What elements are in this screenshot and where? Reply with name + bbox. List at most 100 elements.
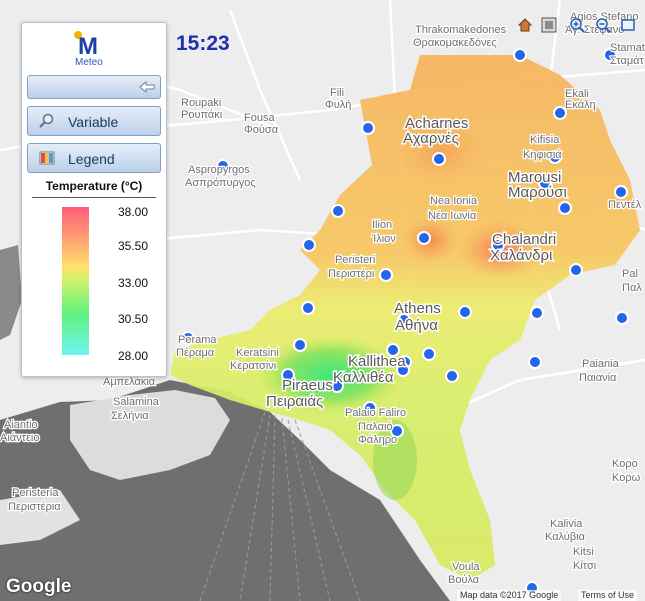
label-kitsi: Kitsi <box>573 546 594 558</box>
label-roupaki: Roupaki <box>181 97 221 109</box>
label-stamata-gr: Σταμάτ <box>610 55 645 67</box>
control-panel: M Meteo Variable Legend Temperature (°C)… <box>21 22 167 377</box>
label-peristeria: Peristeria <box>12 487 59 499</box>
label-ilion: Ilion <box>372 219 392 231</box>
station-marker <box>301 301 315 315</box>
label-ilion-gr: Ίλιον <box>371 233 396 245</box>
station-marker <box>614 185 628 199</box>
legend-tick: 30.50 <box>118 312 149 326</box>
label-aiantio-gr: Αιάντειο <box>0 432 39 444</box>
label-athens: Athens <box>394 300 441 317</box>
zoom-out-icon[interactable] <box>595 17 611 33</box>
fullscreen-icon[interactable] <box>620 17 636 33</box>
label-koropi: Κορο <box>612 458 638 470</box>
label-acharnes-gr: Αχαρνές <box>403 130 459 147</box>
label-thrakomakedones: Thrakomakedones <box>415 24 507 36</box>
label-paiania-gr: Παιανία <box>579 372 617 384</box>
label-kallithea: Kallithea <box>348 353 406 370</box>
meteo-logo: M Meteo <box>72 27 116 71</box>
label-peristeria-gr: Περιστέρια <box>8 501 61 513</box>
station-marker <box>445 369 459 383</box>
label-chalandri: Chalandri <box>492 231 556 248</box>
station-marker <box>528 355 542 369</box>
layers-icon[interactable] <box>541 17 557 33</box>
label-perama-gr: Πέραμα <box>176 347 215 359</box>
station-marker <box>558 201 572 215</box>
station-marker <box>331 204 345 218</box>
station-marker <box>615 311 629 325</box>
legend-divider <box>32 197 156 198</box>
label-aspropyrgos-gr: Ασπρόπυργος <box>185 177 256 189</box>
arrow-left-icon <box>138 79 156 95</box>
station-marker <box>569 263 583 277</box>
palette-icon <box>38 150 56 166</box>
legend-tick: 33.00 <box>118 276 149 290</box>
label-kifisia: Kifisia <box>530 134 560 146</box>
label-fousa-gr: Φούσα <box>244 124 279 136</box>
label-palaio-faliro-gr2: Φάληρο <box>358 434 397 446</box>
label-marousi-gr: Μαρούσι <box>508 184 567 201</box>
label-ekali-gr: Εκάλη <box>565 99 596 111</box>
terms-of-use-link[interactable]: Terms of Use <box>578 590 638 601</box>
label-kallithea-gr: Καλλιθέα <box>333 369 394 386</box>
variable-button[interactable]: Variable <box>27 106 161 136</box>
label-peristeri-gr: Περιστέρι <box>328 268 375 280</box>
variable-button-label: Variable <box>68 114 119 130</box>
label-nea-ionia: Nea Ionia <box>430 195 478 207</box>
legend-button-label: Legend <box>68 151 115 167</box>
legend-color-bar <box>62 207 89 355</box>
station-marker <box>417 231 431 245</box>
label-kifisia-gr: Κηφισιά <box>523 149 562 161</box>
label-athens-gr: Αθήνα <box>395 317 438 334</box>
label-palaio-faliro-gr1: Παλαιό <box>358 421 393 433</box>
label-ampelakia: Αμπελάκια <box>103 376 156 388</box>
label-piraeus-gr: Πειραιάς <box>266 393 323 410</box>
label-voula: Voula <box>452 561 480 573</box>
label-penteli: Πεντέλ <box>608 199 642 211</box>
station-marker <box>530 306 544 320</box>
legend-button[interactable]: Legend <box>27 143 161 173</box>
station-marker <box>379 268 393 282</box>
search-icon <box>38 113 56 129</box>
legend-title: Temperature (°C) <box>45 179 143 193</box>
label-aspropyrgos: Aspropyrgos <box>188 164 250 176</box>
station-marker <box>302 238 316 252</box>
label-nea-ionia-gr: Νέα Ιωνία <box>428 210 477 222</box>
station-marker <box>458 305 472 319</box>
station-marker <box>422 347 436 361</box>
google-logo: Google <box>6 576 72 597</box>
map-attribution: Map data ©2017 Google <box>457 590 562 601</box>
station-marker <box>293 338 307 352</box>
label-palaio-faliro: Palaio Faliro <box>345 407 406 419</box>
station-marker <box>432 152 446 166</box>
label-pal: Pal <box>622 268 638 280</box>
label-kitsi-gr: Κίτσι <box>573 560 597 572</box>
label-salamina-gr: Σελήνια <box>111 410 149 422</box>
label-pal-gr: Παλ <box>622 282 642 294</box>
label-fili: Fili <box>330 87 344 99</box>
label-thrakomakedones-gr: Θρακομακεδόνες <box>413 37 497 49</box>
label-paiania: Paiania <box>582 358 620 370</box>
label-roupaki-gr: Ρουπάκι <box>181 109 223 121</box>
label-fousa: Fousa <box>244 112 275 124</box>
legend-tick: 38.00 <box>118 205 149 219</box>
label-chalandri-gr: Χαλάνδρι <box>490 247 552 264</box>
home-icon[interactable] <box>517 17 533 33</box>
label-kalivia-gr: Καλύβια <box>545 531 586 543</box>
label-keratsini: Keratsini <box>236 347 279 359</box>
legend-tick: 35.50 <box>118 239 149 253</box>
station-marker <box>513 48 527 62</box>
label-piraeus: Piraeus <box>282 377 333 394</box>
label-kalivia: Kalivia <box>550 518 583 530</box>
logo-text: Meteo <box>75 57 103 68</box>
back-button[interactable] <box>27 75 161 99</box>
label-voula-gr: Βούλα <box>448 574 480 586</box>
label-keratsini-gr: Κερατσίνι <box>230 360 277 372</box>
label-peristeri: Peristeri <box>335 254 375 266</box>
label-fili-gr: Φυλή <box>325 99 351 111</box>
label-salamina: Salamina <box>113 396 160 408</box>
zoom-in-icon[interactable] <box>569 17 585 33</box>
label-stamata: Stamat <box>610 42 645 54</box>
label-aiantio: Aiantio <box>4 419 38 431</box>
label-perama: Perama <box>178 334 217 346</box>
